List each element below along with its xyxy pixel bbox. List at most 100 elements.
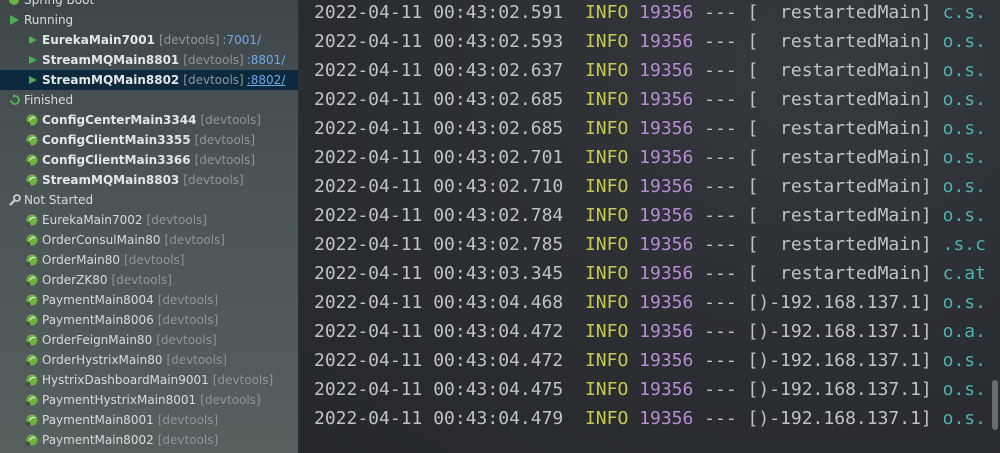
- log-datetime: 2022-04-11 00:43:02.710: [314, 176, 564, 197]
- service-port-link[interactable]: :8802/: [247, 73, 286, 87]
- log-thread: [)-192.168.137.1]: [747, 379, 932, 400]
- log-logger: o.a.: [942, 321, 986, 342]
- log-thread: [ restartedMain]: [747, 147, 932, 168]
- log-line: 2022-04-11 00:43:04.468 INFO 19356 --- […: [314, 288, 986, 317]
- service-port-link[interactable]: :7001/: [222, 33, 261, 47]
- log-pid: 19356: [639, 379, 694, 400]
- service-tag: [devtools]: [166, 353, 227, 367]
- log-separator: ---: [704, 379, 737, 400]
- spring-app-icon: [24, 170, 40, 190]
- service-name: OrderHystrixMain80: [42, 353, 163, 367]
- service-port-link[interactable]: :8801/: [247, 53, 286, 67]
- console-output[interactable]: 2022-04-11 00:43:02.591 INFO 19356 --- […: [300, 0, 1000, 453]
- log-datetime: 2022-04-11 00:43:02.593: [314, 31, 564, 52]
- spring-app-icon: [24, 150, 40, 170]
- tree-group-label: Running: [24, 13, 74, 27]
- log-thread: [ restartedMain]: [747, 205, 932, 226]
- log-pid: 19356: [639, 263, 694, 284]
- service-name: OrderMain80: [42, 253, 121, 267]
- service-tag: [devtools]: [157, 313, 219, 327]
- service-tag: [devtools]: [111, 273, 172, 287]
- log-datetime: 2022-04-11 00:43:02.685: [314, 89, 564, 110]
- log-pid: 19356: [639, 60, 694, 81]
- log-logger: o.s.: [942, 408, 986, 429]
- running-app-icon: [28, 50, 38, 70]
- service-item[interactable]: PaymentMain8004 [devtools]: [0, 290, 300, 310]
- log-thread: [ restartedMain]: [747, 89, 932, 110]
- console-scrollbar[interactable]: [992, 380, 998, 430]
- spring-app-icon: [24, 410, 40, 430]
- service-name: ConfigClientMain3366: [42, 153, 191, 167]
- log-level: INFO: [584, 31, 629, 52]
- log-thread: [ restartedMain]: [747, 60, 932, 81]
- log-logger: o.s.: [942, 205, 986, 226]
- log-pid: 19356: [639, 205, 694, 226]
- wrench-icon: [8, 190, 21, 210]
- service-item[interactable]: ConfigClientMain3366 [devtools]: [0, 150, 300, 170]
- service-name: PaymentMain8004: [42, 293, 154, 307]
- service-item[interactable]: PaymentMain8002 [devtools]: [0, 430, 300, 450]
- log-thread: [ restartedMain]: [747, 176, 932, 197]
- log-thread: [ restartedMain]: [747, 31, 932, 52]
- service-tag: [devtools]: [164, 233, 225, 247]
- log-level: INFO: [584, 408, 629, 429]
- service-item[interactable]: OrderZK80 [devtools]: [0, 270, 300, 290]
- log-logger: o.s.: [942, 292, 986, 313]
- log-separator: ---: [704, 89, 737, 110]
- log-separator: ---: [704, 176, 737, 197]
- service-item[interactable]: StreamMQMain8803 [devtools]: [0, 170, 300, 190]
- service-item[interactable]: OrderConsulMain80 [devtools]: [0, 230, 300, 250]
- service-item[interactable]: OrderHystrixMain80 [devtools]: [0, 350, 300, 370]
- running-app-icon: [28, 30, 38, 50]
- spring-app-icon: [24, 230, 40, 250]
- tree-group-running[interactable]: Running: [0, 10, 300, 30]
- log-level: INFO: [584, 379, 629, 400]
- tree-group-not-started[interactable]: Not Started: [0, 190, 300, 210]
- log-datetime: 2022-04-11 00:43:04.475: [314, 379, 564, 400]
- service-tag: [devtools]: [194, 153, 256, 167]
- service-item[interactable]: PaymentMain8001 [devtools]: [0, 410, 300, 430]
- log-line: 2022-04-11 00:43:02.593 INFO 19356 --- […: [314, 27, 986, 56]
- log-level: INFO: [584, 147, 629, 168]
- log-separator: ---: [704, 350, 737, 371]
- service-item[interactable]: StreamMQMain8801 [devtools]:8801/: [0, 50, 300, 70]
- spring-app-icon: [24, 430, 40, 450]
- service-item[interactable]: OrderFeignMain80 [devtools]: [0, 330, 300, 350]
- log-logger: o.s.: [942, 350, 986, 371]
- spring-app-icon: [24, 250, 40, 270]
- service-name: PaymentMain8006: [42, 313, 154, 327]
- log-pid: 19356: [639, 408, 694, 429]
- tree-group-finished[interactable]: Finished: [0, 90, 300, 110]
- log-pid: 19356: [639, 234, 694, 255]
- tree-root-spring-boot[interactable]: Spring Boot: [0, 0, 300, 10]
- log-logger: o.s.: [942, 60, 986, 81]
- log-logger: c.at: [942, 263, 986, 284]
- service-item[interactable]: PaymentHystrixMain8001 [devtools]: [0, 390, 300, 410]
- log-logger: o.s.: [942, 379, 986, 400]
- log-datetime: 2022-04-11 00:43:04.472: [314, 350, 564, 371]
- service-item[interactable]: StreamMQMain8802 [devtools]:8802/: [0, 70, 300, 90]
- log-thread: [ restartedMain]: [747, 2, 932, 23]
- log-datetime: 2022-04-11 00:43:04.468: [314, 292, 564, 313]
- service-item[interactable]: OrderMain80 [devtools]: [0, 250, 300, 270]
- log-datetime: 2022-04-11 00:43:02.685: [314, 118, 564, 139]
- log-line: 2022-04-11 00:43:02.701 INFO 19356 --- […: [314, 143, 986, 172]
- service-item[interactable]: HystrixDashboardMain9001 [devtools]: [0, 370, 300, 390]
- log-line: 2022-04-11 00:43:02.785 INFO 19356 --- […: [314, 230, 986, 259]
- log-level: INFO: [584, 2, 629, 23]
- log-thread: [)-192.168.137.1]: [747, 292, 932, 313]
- log-level: INFO: [584, 60, 629, 81]
- service-item[interactable]: EurekaMain7002 [devtools]: [0, 210, 300, 230]
- service-name: PaymentMain8001: [42, 413, 154, 427]
- service-tag: [devtools]: [156, 333, 217, 347]
- service-item[interactable]: ConfigClientMain3355 [devtools]: [0, 130, 300, 150]
- service-tag: [devtools]: [183, 173, 244, 187]
- service-item[interactable]: EurekaMain7001 [devtools]:7001/: [0, 30, 300, 50]
- log-logger: o.s.: [942, 89, 986, 110]
- spring-app-icon: [24, 110, 40, 130]
- service-item[interactable]: PaymentMain8006 [devtools]: [0, 310, 300, 330]
- service-item[interactable]: ConfigCenterMain3344 [devtools]: [0, 110, 300, 130]
- service-name: HystrixDashboardMain9001: [42, 373, 209, 387]
- spring-app-icon: [24, 270, 40, 290]
- log-pid: 19356: [639, 31, 694, 52]
